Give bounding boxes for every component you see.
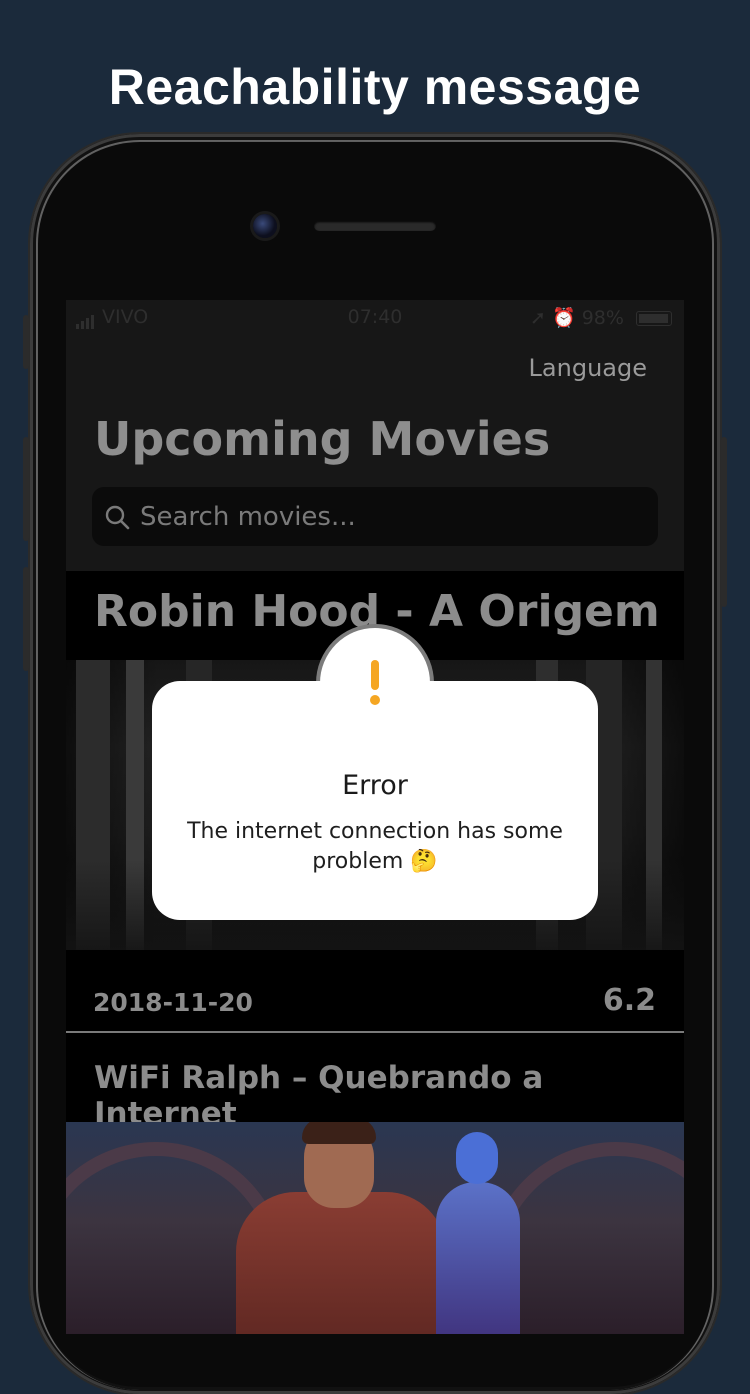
release-date: 2018-11-20	[93, 988, 253, 1017]
earpiece-speaker	[314, 221, 436, 231]
poster-character-hair	[302, 1122, 376, 1144]
status-battery: 98%	[581, 307, 624, 329]
front-camera	[253, 214, 277, 238]
poster-character	[436, 1182, 520, 1334]
alarm-icon: ⏰	[552, 307, 576, 329]
alert-title: Error	[342, 770, 408, 801]
navigation-bar: VIVO 07:40 ➚ ⏰ 98% Language Upcoming Mov…	[66, 300, 684, 571]
volume-up-button	[23, 437, 29, 541]
movie-meta-row: 2018-11-20 6.2	[66, 980, 684, 1030]
alert-message: The internet connection has some problem…	[187, 819, 563, 874]
volume-down-button	[23, 567, 29, 671]
search-input[interactable]	[140, 501, 610, 532]
search-bar[interactable]	[92, 487, 658, 546]
exclamation-icon	[370, 660, 380, 705]
divider	[66, 1031, 684, 1033]
poster-character-head	[456, 1132, 498, 1184]
power-button	[721, 437, 727, 607]
movie-poster[interactable]	[66, 1122, 684, 1334]
search-icon	[105, 505, 130, 529]
language-button[interactable]: Language	[529, 354, 647, 382]
alert-badge	[326, 634, 424, 732]
mute-switch	[23, 315, 29, 369]
page-title: Upcoming Movies	[94, 412, 551, 466]
page-headline: Reachability message	[108, 59, 642, 115]
poster-character	[236, 1192, 446, 1334]
battery-icon	[636, 311, 672, 326]
rating: 6.2	[602, 983, 656, 1018]
location-icon: ➚	[530, 307, 546, 329]
status-bar: VIVO 07:40 ➚ ⏰ 98%	[66, 306, 684, 330]
status-right-group: ➚ ⏰ 98%	[530, 306, 672, 329]
